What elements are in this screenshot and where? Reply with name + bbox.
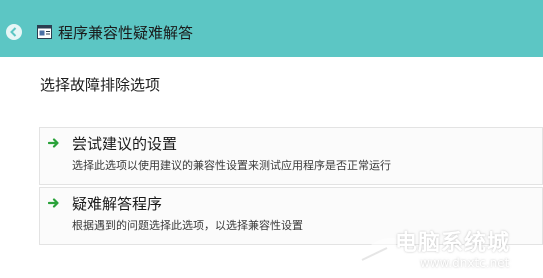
option-title: 疑难解答程序 <box>72 195 163 213</box>
option-description: 选择此选项以使用建议的兼容性设置来测试应用程序是否正常运行 <box>72 159 391 172</box>
page-heading: 选择故障排除选项 <box>40 76 161 94</box>
green-arrow-icon <box>48 138 59 148</box>
troubleshooter-app-icon <box>37 25 52 39</box>
option-description: 根据遇到的问题选择此选项，以选择兼容性设置 <box>72 219 303 232</box>
title-bar: 程序兼容性疑难解答 <box>0 0 543 57</box>
back-arrow-icon <box>10 27 17 37</box>
green-arrow-icon <box>48 198 59 208</box>
back-button[interactable] <box>6 24 22 40</box>
option-title: 尝试建议的设置 <box>72 135 178 153</box>
watermark-url: www.dnxtc.net <box>420 256 510 270</box>
window-title: 程序兼容性疑难解答 <box>58 24 194 42</box>
option-try-recommended-settings[interactable]: 尝试建议的设置 选择此选项以使用建议的兼容性设置来测试应用程序是否正常运行 <box>39 127 543 185</box>
watermark-text: 电脑系统城 <box>395 231 511 256</box>
